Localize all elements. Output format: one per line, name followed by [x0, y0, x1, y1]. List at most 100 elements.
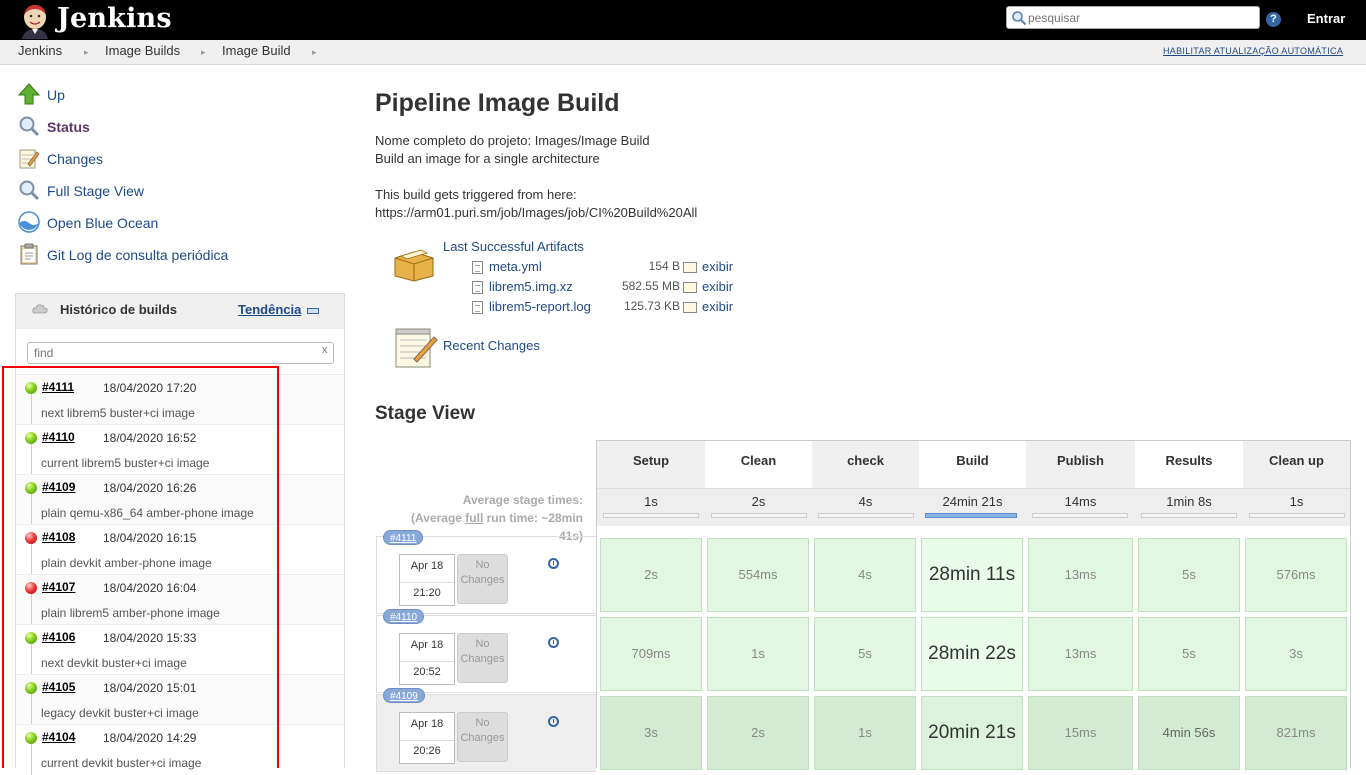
stage-view-title: Stage View: [375, 403, 475, 424]
stage-average: 2s: [705, 488, 812, 526]
trend-link[interactable]: Tendência: [238, 302, 301, 317]
top-header: Jenkins ? Entrar: [0, 0, 1366, 40]
stage-cell[interactable]: 28min 22s: [921, 617, 1023, 691]
view-file-icon[interactable]: [683, 262, 697, 273]
build-history-header: Histórico de builds Tendência: [16, 294, 344, 329]
stage-cell[interactable]: 709ms: [600, 617, 702, 691]
artifact-row: meta.yml 154 B exibir: [472, 259, 772, 277]
clipboard-icon: [20, 243, 38, 265]
stage-cell[interactable]: 821ms: [1245, 696, 1347, 770]
stage-cell[interactable]: 4min 56s: [1138, 696, 1240, 770]
pipeline-run-row: #4111 Apr 18 21:20 No Changes: [376, 530, 596, 614]
stage-view-grid: Setup Clean check Build Publish Results …: [596, 440, 1351, 770]
login-link[interactable]: Entrar: [1307, 11, 1345, 26]
task-git-polling-log-label: Git Log de consulta periódica: [47, 247, 229, 263]
build-filter-input[interactable]: [34, 345, 314, 361]
stage-cell[interactable]: 5s: [1138, 538, 1240, 612]
file-icon: [472, 281, 483, 294]
build-filter-box: x: [27, 342, 334, 364]
stage-cell[interactable]: 1s: [814, 696, 916, 770]
stage-cell[interactable]: 554ms: [707, 538, 809, 612]
search-icon: [19, 180, 40, 201]
highlight-box: [2, 366, 279, 768]
stage-cell[interactable]: 4s: [814, 538, 916, 612]
artifact-link[interactable]: librem5.img.xz: [489, 279, 573, 294]
stage-average: 24min 21s: [919, 488, 1026, 526]
breadcrumb-arrow-icon[interactable]: ▸: [312, 47, 317, 58]
artifact-link[interactable]: meta.yml: [489, 259, 542, 274]
stage-cell[interactable]: 3s: [1245, 617, 1347, 691]
run-date: Apr 18 21:20: [399, 554, 455, 606]
package-box-icon: [394, 249, 434, 282]
breadcrumb-image-builds[interactable]: Image Builds: [105, 43, 180, 58]
stage-header: Clean: [740, 453, 777, 468]
no-changes-badge[interactable]: No Changes: [457, 554, 508, 604]
breadcrumb: Jenkins ▸ Image Builds ▸ Image Build ▸ H…: [0, 40, 1366, 65]
stage-cell[interactable]: 1s: [707, 617, 809, 691]
search-input[interactable]: [1028, 9, 1256, 26]
stage-cell[interactable]: 5s: [1138, 617, 1240, 691]
breadcrumb-image-build[interactable]: Image Build: [222, 43, 291, 58]
run-badge-link[interactable]: #4109: [383, 688, 425, 703]
stage-cell[interactable]: 20min 21s: [921, 696, 1023, 770]
artifact-link[interactable]: librem5-report.log: [489, 299, 591, 314]
view-artifact-link[interactable]: exibir: [702, 299, 733, 314]
artifact-row: librem5-report.log 125.73 KB exibir: [472, 299, 772, 317]
notepad-icon: [395, 328, 438, 368]
stage-cell[interactable]: 2s: [600, 538, 702, 612]
view-file-icon[interactable]: [683, 282, 697, 293]
run-date: Apr 18 20:26: [399, 712, 455, 764]
cloud-icon: [32, 304, 48, 314]
breadcrumb-jenkins[interactable]: Jenkins: [18, 43, 62, 58]
task-status-label: Status: [47, 119, 90, 135]
artifact-size: 582.55 MB: [621, 279, 680, 293]
view-artifact-link[interactable]: exibir: [702, 279, 733, 294]
file-icon: [472, 261, 483, 274]
file-icon: [472, 301, 483, 314]
stage-cell[interactable]: 13ms: [1028, 617, 1133, 691]
stage-cell[interactable]: 13ms: [1028, 538, 1133, 612]
no-changes-badge[interactable]: No Changes: [457, 633, 508, 683]
artifact-size: 154 B: [648, 259, 680, 273]
stage-cell[interactable]: 28min 11s: [921, 538, 1023, 612]
view-artifact-link[interactable]: exibir: [702, 259, 733, 274]
run-badge-link[interactable]: #4111: [383, 530, 424, 545]
project-description: Build an image for a single architecture: [375, 151, 600, 166]
stage-cell[interactable]: 15ms: [1028, 696, 1133, 770]
stage-cell[interactable]: 5s: [814, 617, 916, 691]
recent-changes-link[interactable]: Recent Changes: [443, 338, 540, 353]
trigger-text: This build gets triggered from here:: [375, 187, 577, 202]
run-date: Apr 18 20:52: [399, 633, 455, 685]
stage-cell[interactable]: 2s: [707, 696, 809, 770]
task-changes-label: Changes: [47, 151, 104, 167]
task-open-blue-ocean-label: Open Blue Ocean: [47, 215, 159, 231]
search-box: [1006, 6, 1260, 29]
jenkins-butler-icon[interactable]: [18, 3, 52, 39]
up-arrow-icon: [18, 83, 40, 105]
stage-cell[interactable]: 576ms: [1245, 538, 1347, 612]
run-badge-link[interactable]: #4110: [383, 609, 425, 624]
search-icon: [1012, 11, 1027, 26]
clock-icon[interactable]: [548, 637, 559, 648]
clock-icon[interactable]: [548, 558, 559, 569]
clear-filter-icon[interactable]: x: [322, 344, 328, 356]
trigger-url: https://arm01.puri.sm/job/Images/job/CI%…: [375, 205, 698, 220]
build-history-title: Histórico de builds: [60, 302, 178, 317]
blue-ocean-icon: [18, 211, 40, 233]
breadcrumb-arrow-icon[interactable]: ▸: [84, 47, 89, 58]
jenkins-logo-text[interactable]: Jenkins: [57, 3, 172, 34]
collapse-icon[interactable]: [307, 308, 319, 314]
stage-average: 1s: [597, 488, 705, 526]
stage-cell[interactable]: 3s: [600, 696, 702, 770]
last-successful-artifacts-link[interactable]: Last Successful Artifacts: [443, 239, 584, 254]
enable-auto-refresh-link[interactable]: HABILITAR ATUALIZAÇÃO AUTOMÁTICA: [1163, 46, 1343, 56]
no-changes-badge[interactable]: No Changes: [457, 712, 508, 762]
task-up-label: Up: [47, 87, 65, 103]
stage-header: Publish: [1026, 441, 1135, 488]
view-file-icon[interactable]: [683, 302, 697, 313]
clock-icon[interactable]: [548, 716, 559, 727]
help-icon[interactable]: ?: [1266, 12, 1281, 27]
task-full-stage-view-label: Full Stage View: [47, 183, 145, 199]
breadcrumb-arrow-icon[interactable]: ▸: [201, 47, 206, 58]
stage-average: 4s: [812, 488, 919, 526]
